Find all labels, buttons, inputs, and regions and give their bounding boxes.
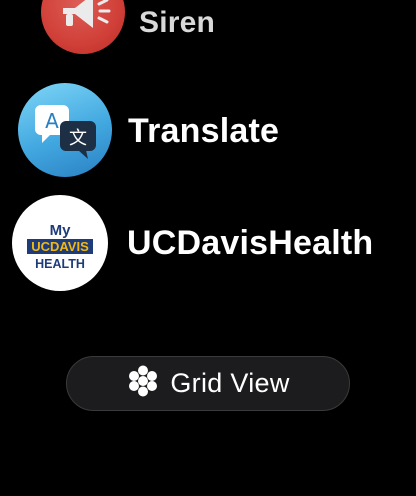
logo-line-ucdavis: UCDAVIS — [31, 239, 89, 254]
grid-view-button[interactable]: Grid View — [66, 356, 350, 411]
ucdavis-health-logo[interactable]: My UCDAVIS HEALTH — [12, 195, 108, 291]
app-label-siren: Siren — [139, 6, 216, 39]
translate-icon[interactable]: A 文 — [18, 83, 112, 177]
app-label-ucdavishealth: UCDavisHealth — [127, 224, 374, 262]
logo-line-health: HEALTH — [35, 257, 85, 271]
translate-glyph-latin: A — [45, 109, 59, 133]
grid-view-label: Grid View — [170, 368, 290, 398]
megaphone-icon[interactable] — [41, 0, 125, 54]
grid-dots-icon — [126, 364, 160, 403]
logo-line-my: My — [50, 222, 71, 239]
translate-glyph-cjk: 文 — [69, 128, 87, 149]
app-label-translate: Translate — [128, 112, 280, 150]
